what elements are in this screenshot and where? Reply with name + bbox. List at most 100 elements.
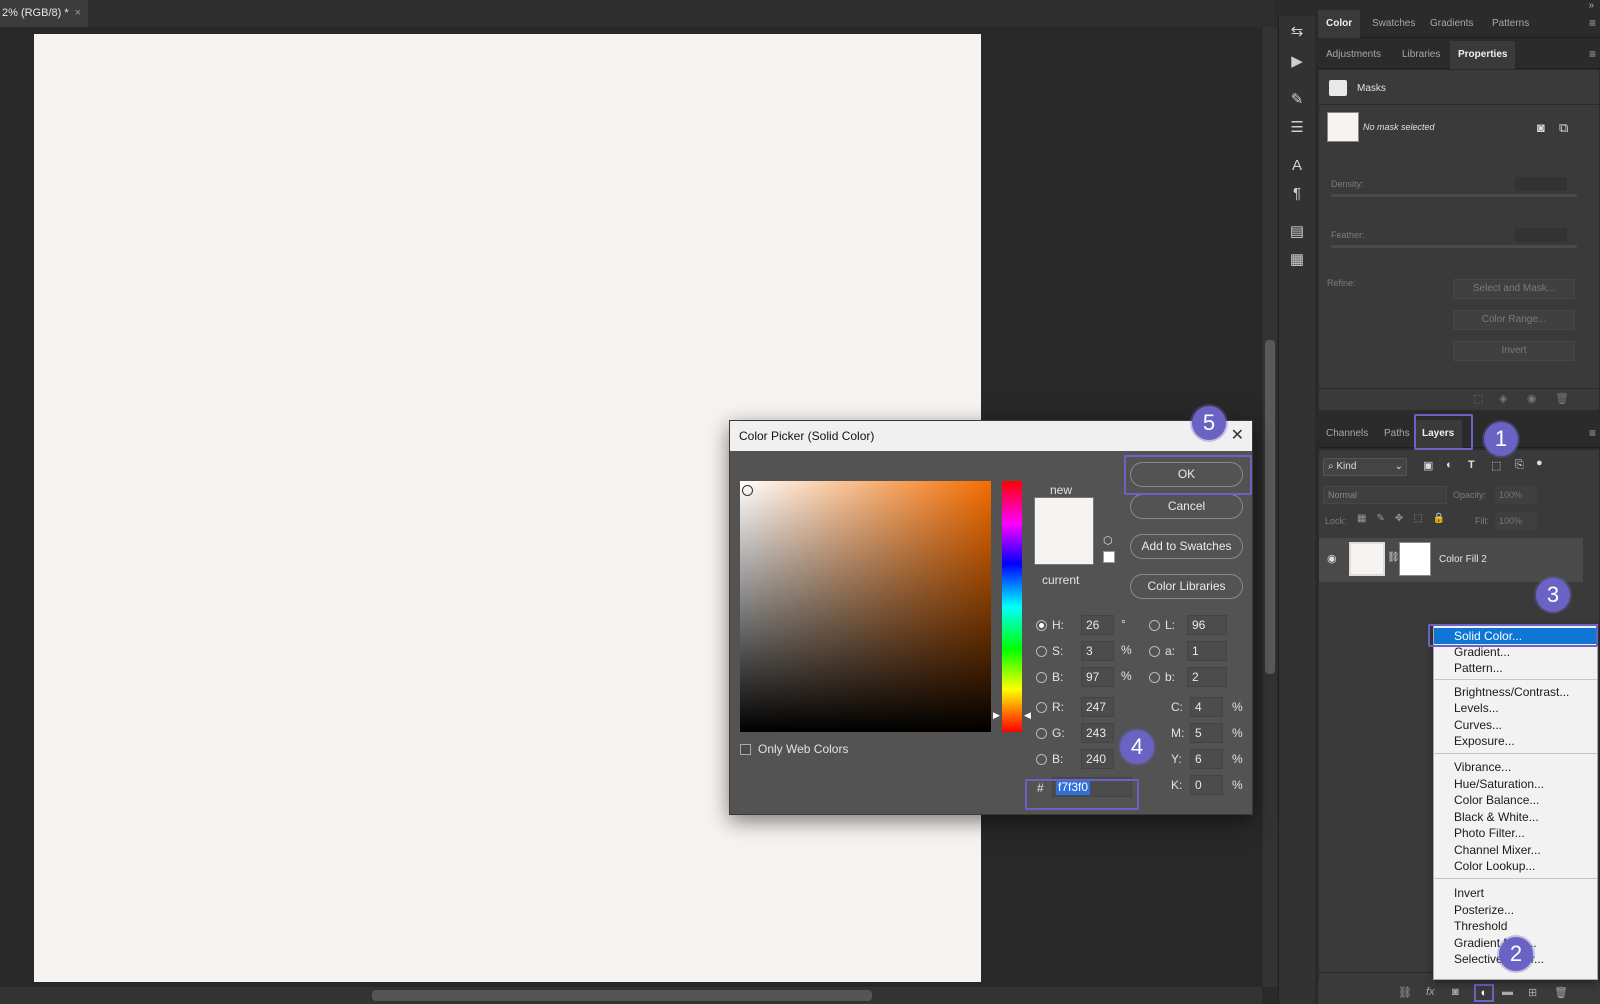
menu-item-invert[interactable]: Invert bbox=[1434, 885, 1597, 901]
adjustment-layer-menu: Solid Color... Gradient... Pattern... Br… bbox=[1433, 624, 1598, 980]
menu-item-levels[interactable]: Levels... bbox=[1434, 700, 1597, 716]
g-field[interactable]: 243 bbox=[1081, 723, 1114, 743]
add-to-swatches-button[interactable]: Add to Swatches bbox=[1130, 534, 1243, 559]
menu-item-photo-filter[interactable]: Photo Filter... bbox=[1434, 825, 1597, 841]
brush-settings-icon[interactable]: ✎ bbox=[1287, 90, 1307, 110]
tab-patterns[interactable]: Patterns bbox=[1484, 10, 1537, 38]
menu-item-hue-saturation[interactable]: Hue/Saturation... bbox=[1434, 776, 1597, 792]
m-field[interactable]: 5 bbox=[1190, 723, 1223, 743]
type-filter-icon[interactable]: T bbox=[1468, 459, 1475, 471]
h-field[interactable]: 26 bbox=[1081, 615, 1114, 635]
eye-icon[interactable]: ◉ bbox=[1327, 552, 1337, 565]
pixel-filter-icon[interactable]: ▣ bbox=[1423, 459, 1433, 472]
add-mask-icon[interactable]: ◙ bbox=[1452, 986, 1459, 998]
play-icon[interactable]: ▶ bbox=[1287, 52, 1307, 72]
menu-item-posterize[interactable]: Posterize... bbox=[1434, 902, 1597, 918]
hue-slider[interactable] bbox=[1002, 481, 1022, 732]
current-color-swatch[interactable] bbox=[1035, 531, 1093, 564]
color-panel-menu-icon[interactable]: ≡ bbox=[1589, 16, 1596, 30]
r-field[interactable]: 247 bbox=[1081, 697, 1114, 717]
menu-item-exposure[interactable]: Exposure... bbox=[1434, 733, 1597, 749]
adjustment-filter-icon[interactable]: ◐ bbox=[1446, 459, 1453, 471]
notes-icon[interactable]: ▦ bbox=[1287, 250, 1307, 270]
web-safe-swatch[interactable] bbox=[1103, 551, 1115, 563]
document-tab-close-icon[interactable]: × bbox=[75, 7, 81, 19]
tab-color[interactable]: Color bbox=[1318, 10, 1361, 38]
tab-gradients[interactable]: Gradients bbox=[1422, 10, 1481, 38]
adjust-sliders-icon[interactable]: ☰ bbox=[1287, 118, 1307, 138]
tab-swatches[interactable]: Swatches bbox=[1364, 10, 1423, 38]
k-field[interactable]: 0 bbox=[1190, 775, 1223, 795]
saturation-radio[interactable] bbox=[1036, 646, 1047, 657]
menu-item-black-white[interactable]: Black & White... bbox=[1434, 809, 1597, 825]
lab-a-field[interactable]: 1 bbox=[1187, 641, 1227, 661]
s-field[interactable]: 3 bbox=[1081, 641, 1114, 661]
horizontal-scroll-thumb[interactable] bbox=[372, 990, 872, 1001]
h-label: H: bbox=[1052, 618, 1064, 632]
lab-l-radio[interactable] bbox=[1149, 620, 1160, 631]
tab-libraries[interactable]: Libraries bbox=[1394, 41, 1448, 69]
menu-item-color-balance[interactable]: Color Balance... bbox=[1434, 792, 1597, 808]
hue-arrow-left-icon[interactable]: ▶ bbox=[993, 710, 1000, 721]
c-field[interactable]: 4 bbox=[1190, 697, 1223, 717]
add-pixel-mask-icon[interactable]: ◙ bbox=[1537, 120, 1545, 135]
lock-icons[interactable]: ▦✎✥⬚🔒 bbox=[1357, 513, 1455, 524]
blue-radio[interactable] bbox=[1036, 754, 1047, 765]
only-web-colors-checkbox[interactable] bbox=[740, 744, 751, 755]
menu-item-color-lookup[interactable]: Color Lookup... bbox=[1434, 858, 1597, 874]
menu-item-threshold[interactable]: Threshold bbox=[1434, 918, 1597, 934]
lab-l-field[interactable]: 96 bbox=[1187, 615, 1227, 635]
menu-item-channel-mixer[interactable]: Channel Mixer... bbox=[1434, 842, 1597, 858]
add-vector-mask-icon[interactable]: ⧉ bbox=[1559, 120, 1568, 136]
dialog-close-icon[interactable]: ✕ bbox=[1231, 427, 1244, 445]
vertical-scroll-thumb[interactable] bbox=[1265, 340, 1275, 674]
s-label: S: bbox=[1052, 644, 1064, 658]
folder-icon[interactable]: ▬ bbox=[1502, 986, 1513, 998]
paragraph-icon[interactable]: ¶ bbox=[1287, 184, 1307, 204]
hue-arrow-right-icon[interactable]: ◀ bbox=[1024, 710, 1031, 721]
link-icon[interactable]: ⛓ bbox=[1387, 552, 1400, 563]
document-tab[interactable]: 2% (RGB/8) * × bbox=[0, 0, 88, 27]
lab-b-field[interactable]: 2 bbox=[1187, 667, 1227, 687]
y-field[interactable]: 6 bbox=[1190, 749, 1223, 769]
menu-item-pattern[interactable]: Pattern... bbox=[1434, 660, 1597, 676]
new-layer-icon[interactable]: ⊞ bbox=[1528, 986, 1537, 999]
shape-filter-icon[interactable]: ⬚ bbox=[1491, 459, 1501, 472]
color-picker-ring[interactable] bbox=[742, 485, 753, 496]
hue-radio[interactable] bbox=[1036, 620, 1047, 631]
saturation-brightness-field[interactable] bbox=[740, 481, 991, 732]
glyphs-icon[interactable]: ▤ bbox=[1287, 222, 1307, 242]
lab-b-radio[interactable] bbox=[1149, 672, 1160, 683]
brightness-radio[interactable] bbox=[1036, 672, 1047, 683]
fill-field[interactable]: 100% bbox=[1495, 512, 1537, 530]
character-icon[interactable]: A bbox=[1287, 156, 1307, 176]
tab-paths[interactable]: Paths bbox=[1376, 420, 1418, 448]
b-field[interactable]: 240 bbox=[1081, 749, 1114, 769]
tab-adjustments[interactable]: Adjustments bbox=[1318, 41, 1389, 69]
red-radio[interactable] bbox=[1036, 702, 1047, 713]
tab-channels[interactable]: Channels bbox=[1318, 420, 1376, 448]
properties-panel-menu-icon[interactable]: ≡ bbox=[1589, 47, 1596, 61]
gamut-cube-icon[interactable]: ⬡ bbox=[1103, 534, 1113, 547]
menu-item-curves[interactable]: Curves... bbox=[1434, 717, 1597, 733]
tab-properties[interactable]: Properties bbox=[1450, 41, 1516, 69]
lab-a-radio[interactable] bbox=[1149, 646, 1160, 657]
green-radio[interactable] bbox=[1036, 728, 1047, 739]
trash-icon[interactable]: 🗑 bbox=[1554, 986, 1568, 999]
opacity-field[interactable]: 100% bbox=[1495, 486, 1537, 504]
cancel-button[interactable]: Cancel bbox=[1130, 494, 1243, 519]
link-layers-icon[interactable]: ⛓ bbox=[1398, 986, 1412, 999]
filter-toggle-icon[interactable]: ● bbox=[1536, 457, 1543, 469]
menu-item-brightness-contrast[interactable]: Brightness/Contrast... bbox=[1434, 684, 1597, 700]
layers-panel-menu-icon[interactable]: ≡ bbox=[1589, 426, 1596, 440]
menu-item-vibrance[interactable]: Vibrance... bbox=[1434, 759, 1597, 775]
kind-filter[interactable]: ⌕ Kind ⌄ bbox=[1323, 458, 1407, 476]
fx-icon[interactable]: fx bbox=[1426, 986, 1435, 998]
new-adjustment-layer-icon[interactable]: ◐ bbox=[1474, 984, 1494, 1002]
layer-row[interactable]: ◉ ⛓ Color Fill 2 bbox=[1319, 538, 1583, 582]
blend-mode-select[interactable]: Normal bbox=[1323, 486, 1447, 504]
brightness-field[interactable]: 97 bbox=[1081, 667, 1114, 687]
history-icon[interactable]: ⇆ bbox=[1287, 22, 1307, 42]
color-libraries-button[interactable]: Color Libraries bbox=[1130, 574, 1243, 599]
smart-object-filter-icon[interactable]: ⎘ bbox=[1515, 459, 1524, 472]
